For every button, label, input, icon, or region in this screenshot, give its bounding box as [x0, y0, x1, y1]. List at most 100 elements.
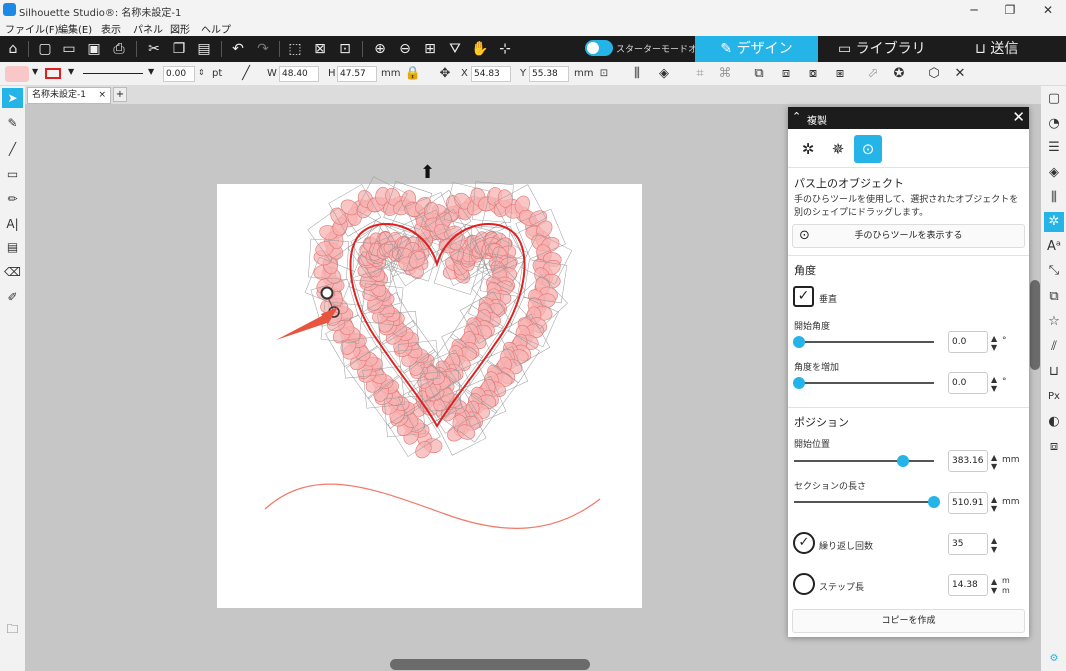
notes-tool-icon[interactable]: ▤ [2, 237, 23, 257]
menu-edit[interactable]: 編集(E) [58, 21, 92, 36]
zoom-out-icon[interactable]: ⊖ [395, 39, 415, 59]
menu-shape[interactable]: 図形 [170, 21, 190, 36]
show-hand-tool-button[interactable]: ⊙ 手のひらツールを表示する [792, 224, 1025, 248]
pixscan-panel-icon[interactable]: Px [1044, 387, 1064, 407]
redo-icon[interactable]: ↷ [253, 39, 273, 59]
create-copy-button[interactable]: コピーを作成 [792, 609, 1025, 633]
zoom-in-icon[interactable]: ⊕ [370, 39, 390, 59]
align-icon[interactable]: ⫼ [628, 65, 646, 83]
deselect-icon[interactable]: ⊠ [310, 39, 330, 59]
weld-icon[interactable]: ⧉ [750, 65, 768, 83]
zoom-page-icon[interactable]: ⛛ [445, 39, 465, 59]
menu-panel[interactable]: パネル [133, 21, 163, 36]
cut-icon[interactable]: ✂ [144, 39, 164, 59]
zoom-fit-icon[interactable]: ⊞ [420, 39, 440, 59]
tab-send[interactable]: ⊔ 送信 [975, 36, 1065, 62]
home-icon[interactable]: ⌂ [3, 39, 23, 59]
folder-icon[interactable]: 🗀 [2, 619, 23, 639]
collapse-panel-icon[interactable]: ⌃ [792, 110, 801, 123]
start-position-input[interactable]: 383.16 [948, 450, 988, 472]
origin-point-icon[interactable]: ⊡ [595, 65, 613, 83]
start-position-knob[interactable] [897, 455, 910, 467]
sketch-panel-icon[interactable]: ⫽ [1044, 337, 1064, 357]
save-icon[interactable]: ▣ [84, 39, 104, 59]
settings-gear-icon[interactable]: ⚙ [1044, 649, 1064, 669]
document-tab[interactable]: 名称未設定-1 × [27, 87, 111, 104]
reselect-icon[interactable]: ⊡ [335, 39, 355, 59]
ungroup-icon[interactable]: ⌘ [716, 65, 734, 83]
intersect-icon[interactable]: ⧇ [804, 65, 822, 83]
menu-view[interactable]: 表示 [101, 21, 121, 36]
offset-panel-icon[interactable]: ☆ [1044, 312, 1064, 332]
draw-tool-icon[interactable]: ✏ [2, 189, 23, 209]
trace-icon[interactable]: ⬀ [864, 65, 882, 83]
tab-library[interactable]: ▭ ライブラリ [838, 36, 948, 62]
width-input[interactable]: 48.40 [279, 66, 319, 82]
add-tab-button[interactable]: + [113, 87, 127, 102]
rectangle-tool-icon[interactable]: ▭ [2, 164, 23, 184]
undo-icon[interactable]: ↶ [228, 39, 248, 59]
text-tool-icon[interactable]: A| [2, 214, 23, 234]
menu-file[interactable]: ファイル(F) [5, 21, 59, 36]
gradient-panel-icon[interactable]: ◈ [1044, 163, 1064, 183]
star-icon[interactable]: ✪ [890, 65, 908, 83]
hand-pan-icon[interactable]: ✋ [470, 39, 490, 59]
start-angle-knob[interactable] [793, 336, 805, 348]
line-tool-icon[interactable]: ╱ [237, 65, 255, 83]
knife-tool-icon[interactable]: ✐ [2, 287, 23, 307]
repeat-count-radio[interactable]: ✓ [793, 532, 815, 554]
line-style-selector[interactable] [83, 73, 143, 74]
center-icon[interactable]: ◈ [655, 65, 673, 83]
starter-mode-toggle[interactable] [585, 40, 613, 56]
contrast-panel-icon[interactable]: ◐ [1044, 412, 1064, 432]
text-panel-icon[interactable]: Aᵃ [1044, 237, 1064, 257]
line-style-dropdown-icon[interactable]: ▼ [148, 67, 154, 76]
select-tool-icon[interactable]: ➤ [2, 88, 23, 108]
angle-increment-spinner[interactable]: ▲ ▼ [991, 375, 997, 393]
print-icon[interactable]: ⎙ [109, 39, 129, 59]
move-icon[interactable]: ✥ [436, 65, 454, 83]
group-icon[interactable]: ⌗ [691, 65, 709, 83]
replicate-on-path-tab[interactable]: ⊙ [854, 135, 882, 163]
step-length-radio[interactable] [793, 573, 815, 595]
height-input[interactable]: 47.57 [337, 66, 377, 82]
repeat-count-spinner[interactable]: ▲ ▼ [991, 536, 997, 554]
repeat-count-input[interactable]: 35 [948, 533, 988, 555]
transform-panel-icon[interactable]: ⤡ [1044, 261, 1064, 281]
start-angle-slider[interactable] [793, 336, 934, 348]
horizontal-scroll-thumb[interactable] [390, 659, 590, 670]
replicated-petals[interactable] [307, 181, 567, 464]
close-panel-icon[interactable]: ✕ [1012, 108, 1025, 126]
replicate-advanced-tab[interactable]: ✵ [824, 135, 852, 163]
maximize-button[interactable]: ❐ [992, 0, 1028, 20]
start-handle[interactable] [320, 286, 334, 300]
minimize-button[interactable]: ─ [956, 0, 992, 20]
replicate-options-tab[interactable]: ✲ [794, 135, 822, 163]
select-all-icon[interactable]: ⬚ [285, 39, 305, 59]
section-length-input[interactable]: 510.91 [948, 492, 988, 514]
layers-panel-icon[interactable]: ⧈ [1044, 437, 1064, 457]
trace-panel-icon[interactable]: ⊔ [1044, 362, 1064, 382]
open-folder-icon[interactable]: ▭ [59, 39, 79, 59]
3d-icon[interactable]: ⬡ [925, 65, 943, 83]
align-panel-icon[interactable]: ⫼ [1044, 188, 1064, 208]
subtract-icon[interactable]: ⧈ [777, 65, 795, 83]
fill-panel-icon[interactable]: ◔ [1044, 114, 1064, 134]
line-color-dropdown-icon[interactable]: ▼ [68, 67, 74, 76]
step-length-input[interactable]: 14.38 [948, 574, 988, 596]
section-length-spinner[interactable]: ▲ ▼ [991, 495, 997, 513]
delete-icon[interactable]: ✕ [951, 65, 969, 83]
angle-increment-input[interactable]: 0.0 [948, 372, 988, 394]
crop-icon[interactable]: ⧆ [831, 65, 849, 83]
modify-panel-icon[interactable]: ⧉ [1044, 287, 1064, 307]
horizontal-scrollbar[interactable] [25, 657, 1041, 671]
lock-aspect-icon[interactable]: 🔒 [404, 65, 422, 83]
copy-icon[interactable]: ❐ [169, 39, 189, 59]
replicate-panel-icon[interactable]: ✲ [1044, 212, 1064, 232]
start-angle-spinner[interactable]: ▲ ▼ [991, 334, 997, 352]
fill-dropdown-icon[interactable]: ▼ [32, 67, 38, 76]
tab-design[interactable]: ✎ デザイン [695, 36, 818, 62]
start-position-slider[interactable] [794, 455, 934, 467]
line-style-panel-icon[interactable]: ☰ [1044, 138, 1064, 158]
page-setup-icon[interactable]: ▢ [1044, 89, 1064, 109]
